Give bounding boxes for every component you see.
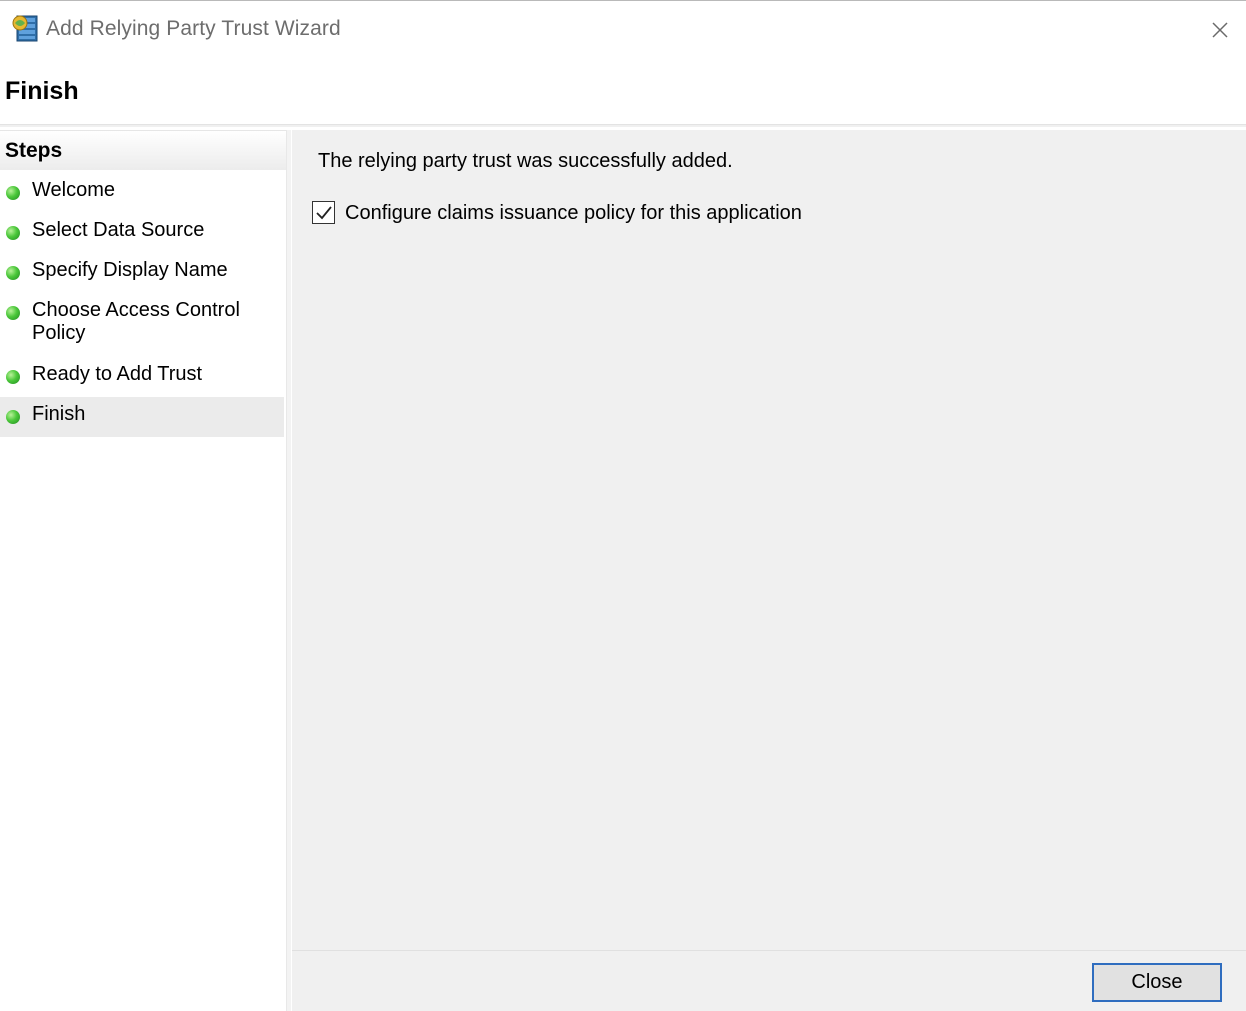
title-bar: Add Relying Party Trust Wizard (0, 2, 1246, 56)
adfs-server-icon (11, 13, 43, 45)
success-message: The relying party trust was successfully… (318, 150, 733, 172)
configure-claims-checkbox[interactable] (312, 201, 335, 224)
step-item-select-data-source: Select Data Source (0, 214, 284, 252)
window-title: Add Relying Party Trust Wizard (46, 17, 341, 40)
step-item-welcome: Welcome (0, 174, 284, 212)
step-item-specify-display-name: Specify Display Name (0, 254, 284, 292)
step-label: Specify Display Name (32, 259, 228, 281)
step-complete-icon (6, 266, 20, 280)
close-icon[interactable] (1200, 10, 1240, 50)
step-item-ready-to-add-trust: Ready to Add Trust (0, 358, 284, 396)
step-label: Welcome (32, 179, 115, 201)
step-item-finish: Finish (0, 397, 284, 437)
step-item-choose-access-control-policy: Choose Access Control Policy (0, 294, 284, 354)
step-label: Finish (32, 403, 86, 425)
configure-claims-label[interactable]: Configure claims issuance policy for thi… (345, 202, 802, 225)
step-complete-icon (6, 306, 20, 320)
wizard-window: Add Relying Party Trust Wizard Finish St… (0, 0, 1246, 1011)
steps-pane: Steps Welcome Select Data Source Specify… (0, 130, 286, 1011)
step-label: Ready to Add Trust (32, 363, 203, 385)
page-title: Finish (5, 77, 79, 105)
steps-header-label: Steps (5, 139, 63, 162)
step-label: Choose Access Control Policy (32, 299, 240, 344)
close-button[interactable]: Close (1092, 963, 1222, 1002)
checkmark-icon (316, 206, 332, 220)
steps-header: Steps (0, 130, 286, 170)
footer-bar: Close (292, 951, 1246, 1011)
step-complete-icon (6, 370, 20, 384)
step-complete-icon (6, 186, 20, 200)
heading-divider (0, 124, 1246, 127)
pane-divider (286, 130, 291, 1011)
step-complete-icon (6, 410, 20, 424)
step-complete-icon (6, 226, 20, 240)
step-label: Select Data Source (32, 219, 205, 241)
content-panel: The relying party trust was successfully… (292, 130, 1246, 950)
